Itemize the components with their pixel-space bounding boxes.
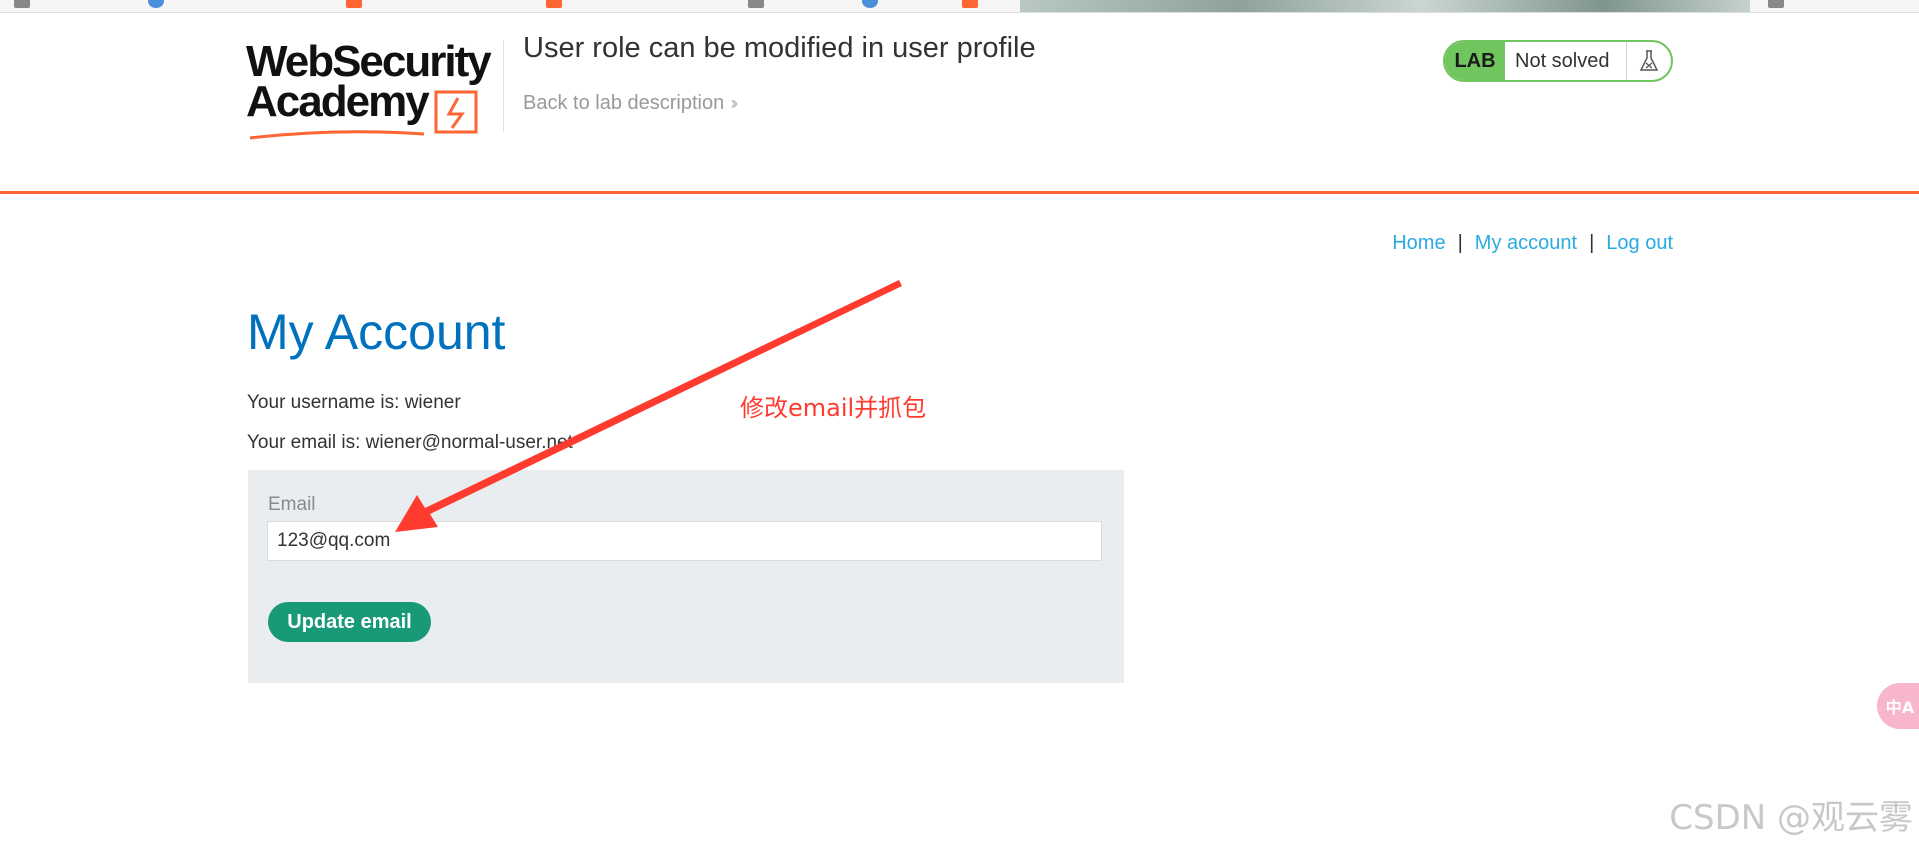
nav-log-out-link[interactable]: Log out (1606, 232, 1673, 254)
email-info: Your email is: wiener@normal-user.net (247, 432, 573, 453)
bookmark-banner-image (1020, 0, 1750, 12)
email-label: Email (268, 494, 316, 515)
email-input[interactable] (267, 521, 1102, 561)
lab-status-text: Not solved (1515, 49, 1610, 72)
web-security-academy-logo[interactable]: WebSecurity Academy (246, 40, 502, 144)
nav-separator: | (1589, 232, 1595, 254)
bookmark-icon[interactable] (962, 0, 978, 8)
nav-separator: | (1457, 232, 1463, 254)
back-to-lab-description-link[interactable]: Back to lab description ›› (523, 92, 738, 115)
translate-icon[interactable]: 中A (1877, 683, 1919, 729)
header-accent-rule (0, 191, 1919, 194)
top-navigation: Home | My account | Log out (1392, 232, 1673, 255)
bookmark-icon[interactable] (346, 0, 362, 8)
annotation-text: 修改email并抓包 (740, 394, 927, 422)
nav-my-account-link[interactable]: My account (1475, 232, 1577, 254)
bookmark-icon[interactable] (748, 0, 764, 8)
lab-title: User role can be modified in user profil… (523, 32, 1036, 64)
csdn-watermark: CSDN @观云雾 (1669, 798, 1913, 838)
globe-icon[interactable] (862, 0, 878, 8)
lab-header: WebSecurity Academy User role can be mod… (0, 12, 1919, 192)
change-email-form: Email Update email (248, 470, 1124, 683)
flask-icon (1626, 42, 1671, 80)
back-link-label: Back to lab description (523, 92, 725, 114)
page: WebSecurity Academy User role can be mod… (0, 0, 1919, 846)
username-info: Your username is: wiener (247, 392, 461, 413)
bookmark-icon[interactable] (546, 0, 562, 8)
header-divider (503, 40, 504, 132)
logo-lightning-icon (249, 90, 478, 140)
bookmark-icon[interactable] (14, 0, 30, 8)
lab-badge: LAB (1445, 42, 1505, 80)
globe-icon[interactable] (148, 0, 164, 8)
page-title: My Account (247, 304, 506, 360)
nav-home-link[interactable]: Home (1392, 232, 1445, 254)
double-chevron-right-icon: ›› (730, 93, 738, 113)
update-email-button[interactable]: Update email (268, 602, 431, 642)
bookmark-icon[interactable] (1768, 0, 1784, 8)
lab-status-widget[interactable]: LAB Not solved (1443, 40, 1673, 82)
